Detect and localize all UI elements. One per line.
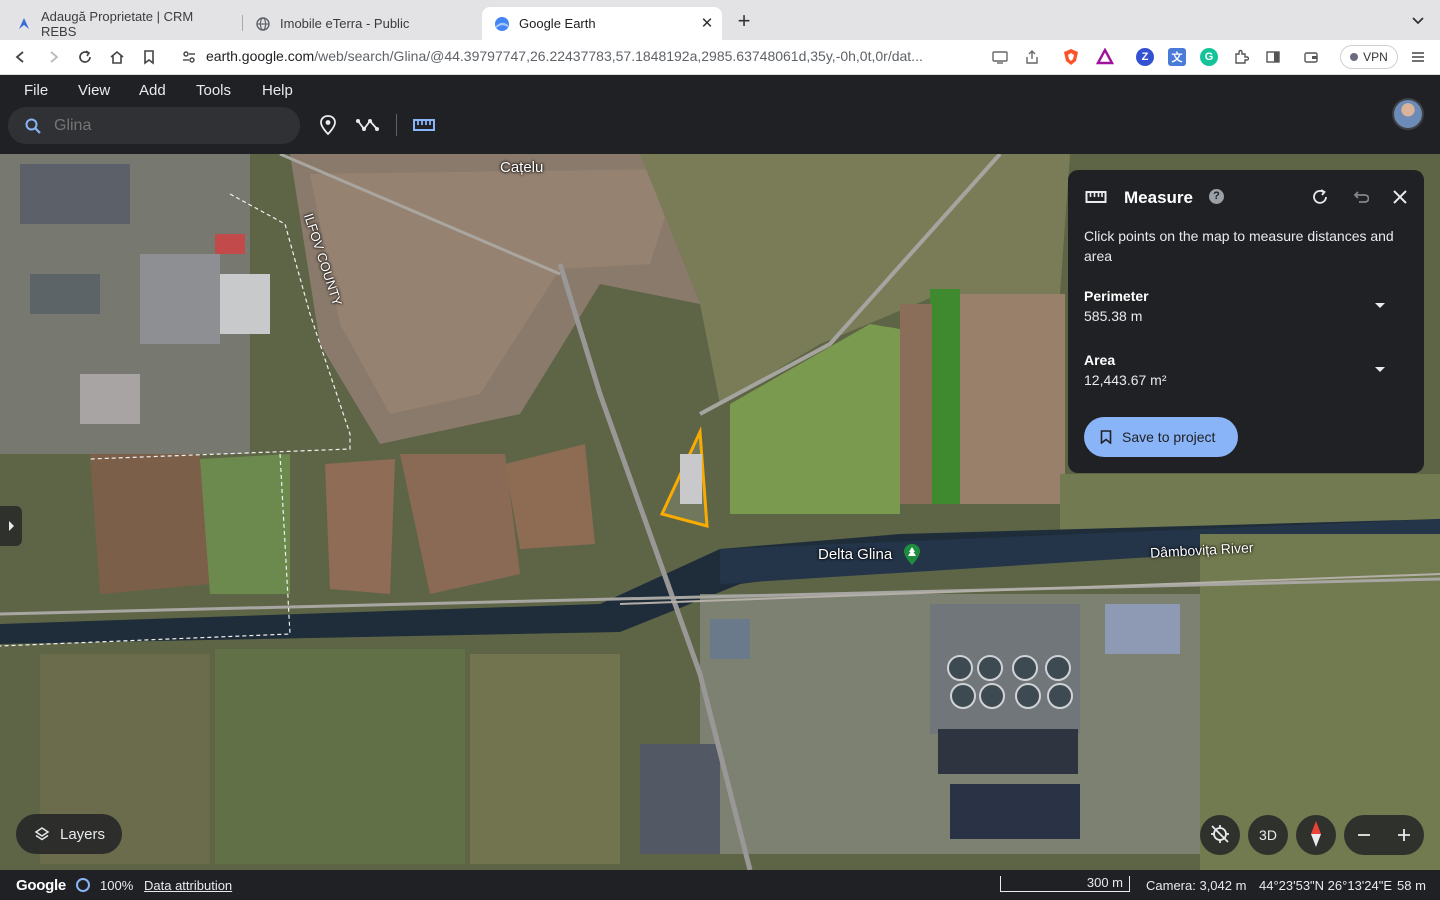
close-icon[interactable] xyxy=(1389,186,1411,208)
perimeter-value: 585.38 m xyxy=(1084,308,1143,324)
url-path: /web/search/Glina/@44.39797747,26.224377… xyxy=(314,48,923,64)
perimeter-label: Perimeter xyxy=(1084,288,1149,304)
place-label-delta-glina[interactable]: Delta Glina xyxy=(818,546,892,563)
vpn-status-icon xyxy=(1350,53,1359,61)
measure-ruler-button[interactable] xyxy=(411,113,437,137)
layers-label: Layers xyxy=(60,825,106,843)
tab-eterra[interactable]: Imobile eTerra - Public xyxy=(243,7,479,40)
search-icon xyxy=(24,117,42,135)
bookmark-icon[interactable] xyxy=(138,46,160,68)
menu-add[interactable]: Add xyxy=(139,82,166,99)
scale-label: 300 m xyxy=(1086,875,1123,890)
globe-favicon-icon xyxy=(255,16,271,32)
search-input[interactable] xyxy=(54,116,274,135)
ruler-icon xyxy=(1085,189,1107,205)
site-settings-icon[interactable] xyxy=(178,46,200,68)
share-icon[interactable] xyxy=(1021,46,1043,68)
wallet-icon[interactable] xyxy=(1300,46,1322,68)
close-tab-icon[interactable]: ✕ xyxy=(698,14,716,32)
reload-button[interactable] xyxy=(74,46,96,68)
address-bar[interactable]: earth.google.com/web/search/Glina/@44.39… xyxy=(206,48,982,64)
3d-label: 3D xyxy=(1259,827,1277,843)
vpn-label: VPN xyxy=(1363,50,1388,64)
area-unit-dropdown[interactable] xyxy=(1372,361,1388,377)
sidebar-toggle-icon[interactable] xyxy=(1262,46,1284,68)
tab-search-chevron-icon[interactable] xyxy=(1410,12,1426,28)
camera-altitude: Camera: 3,042 m xyxy=(1146,878,1247,893)
extensions-puzzle-icon[interactable] xyxy=(1230,46,1252,68)
reset-icon[interactable] xyxy=(1309,186,1331,208)
brave-shield-icon[interactable] xyxy=(1060,46,1082,68)
earth-app-bar: File View Add Tools Help xyxy=(0,75,1440,154)
avatar[interactable] xyxy=(1392,98,1424,130)
my-location-button[interactable] xyxy=(1200,815,1240,855)
search-box[interactable] xyxy=(8,107,300,144)
forward-button[interactable] xyxy=(42,46,64,68)
add-path-button[interactable] xyxy=(355,113,381,137)
browser-tab-bar: Adaugă Proprietate | CRM REBS Imobile eT… xyxy=(0,0,1440,40)
zoom-controls xyxy=(1344,815,1424,855)
location-off-icon xyxy=(1209,823,1231,848)
hamburger-menu-icon[interactable] xyxy=(1407,46,1429,68)
coordinates-readout: 44°23'53"N 26°13'24"E xyxy=(1259,878,1393,893)
layers-button[interactable]: Layers xyxy=(16,814,122,854)
new-tab-button[interactable]: + xyxy=(733,10,755,33)
brave-rewards-icon[interactable] xyxy=(1094,46,1116,68)
data-attribution-link[interactable]: Data attribution xyxy=(144,878,232,893)
compass-icon xyxy=(1309,820,1323,851)
park-pin-icon[interactable] xyxy=(902,543,922,567)
tab-title: Imobile eTerra - Public xyxy=(280,16,410,31)
elevation-readout: 58 m xyxy=(1397,878,1426,893)
translate-extension-icon[interactable]: 文 xyxy=(1168,48,1186,66)
browser-toolbar: earth.google.com/web/search/Glina/@44.39… xyxy=(0,40,1440,75)
area-value: 12,443.67 m² xyxy=(1084,372,1167,388)
save-label: Save to project xyxy=(1122,429,1216,445)
zoom-in-button[interactable] xyxy=(1384,815,1424,855)
vpn-button[interactable]: VPN xyxy=(1340,45,1398,69)
menu-view[interactable]: View xyxy=(78,82,110,99)
url-host: earth.google.com xyxy=(206,48,315,64)
tab-google-earth[interactable]: Google Earth ✕ xyxy=(482,7,722,40)
help-icon[interactable]: ? xyxy=(1209,189,1224,204)
toggle-3d-button[interactable]: 3D xyxy=(1248,815,1288,855)
measure-panel: Measure ? Click points on the map to mea… xyxy=(1068,170,1424,473)
cast-icon[interactable] xyxy=(989,46,1011,68)
toolbar-divider xyxy=(396,114,397,136)
google-earth-favicon-icon xyxy=(494,16,510,32)
load-percentage: 100% xyxy=(100,878,134,893)
menu-tools[interactable]: Tools xyxy=(196,82,231,99)
place-label-catelu[interactable]: Cațelu xyxy=(500,159,543,176)
compass-button[interactable] xyxy=(1296,815,1336,855)
menu-help[interactable]: Help xyxy=(262,82,293,99)
scale-bar: 300 m xyxy=(1000,875,1130,892)
zoom-extension-icon[interactable]: Z xyxy=(1136,48,1154,66)
tab-title: Google Earth xyxy=(519,16,596,31)
home-button[interactable] xyxy=(106,46,128,68)
layers-icon xyxy=(34,826,50,842)
zoom-out-button[interactable] xyxy=(1344,815,1384,855)
add-placemark-button[interactable] xyxy=(315,113,341,137)
status-bar: Google 100% Data attribution 300 m Camer… xyxy=(0,870,1440,900)
perimeter-unit-dropdown[interactable] xyxy=(1372,297,1388,313)
area-label: Area xyxy=(1084,352,1116,368)
loading-ring-icon xyxy=(76,878,90,892)
measure-title: Measure xyxy=(1124,188,1193,207)
tab-crm[interactable]: Adaugă Proprietate | CRM REBS xyxy=(4,7,240,40)
crm-favicon-icon xyxy=(16,16,32,32)
grammarly-extension-icon[interactable]: G xyxy=(1200,48,1218,66)
undo-icon[interactable] xyxy=(1349,186,1371,208)
save-to-project-button[interactable]: Save to project xyxy=(1084,417,1238,457)
tab-title: Adaugă Proprietate | CRM REBS xyxy=(41,8,194,39)
measure-instructions: Click points on the map to measure dista… xyxy=(1084,228,1394,264)
side-panel-toggle[interactable] xyxy=(0,506,22,546)
bookmark-icon xyxy=(1100,430,1112,445)
menu-file[interactable]: File xyxy=(24,82,48,99)
back-button[interactable] xyxy=(10,46,32,68)
google-logo: Google xyxy=(16,877,66,894)
